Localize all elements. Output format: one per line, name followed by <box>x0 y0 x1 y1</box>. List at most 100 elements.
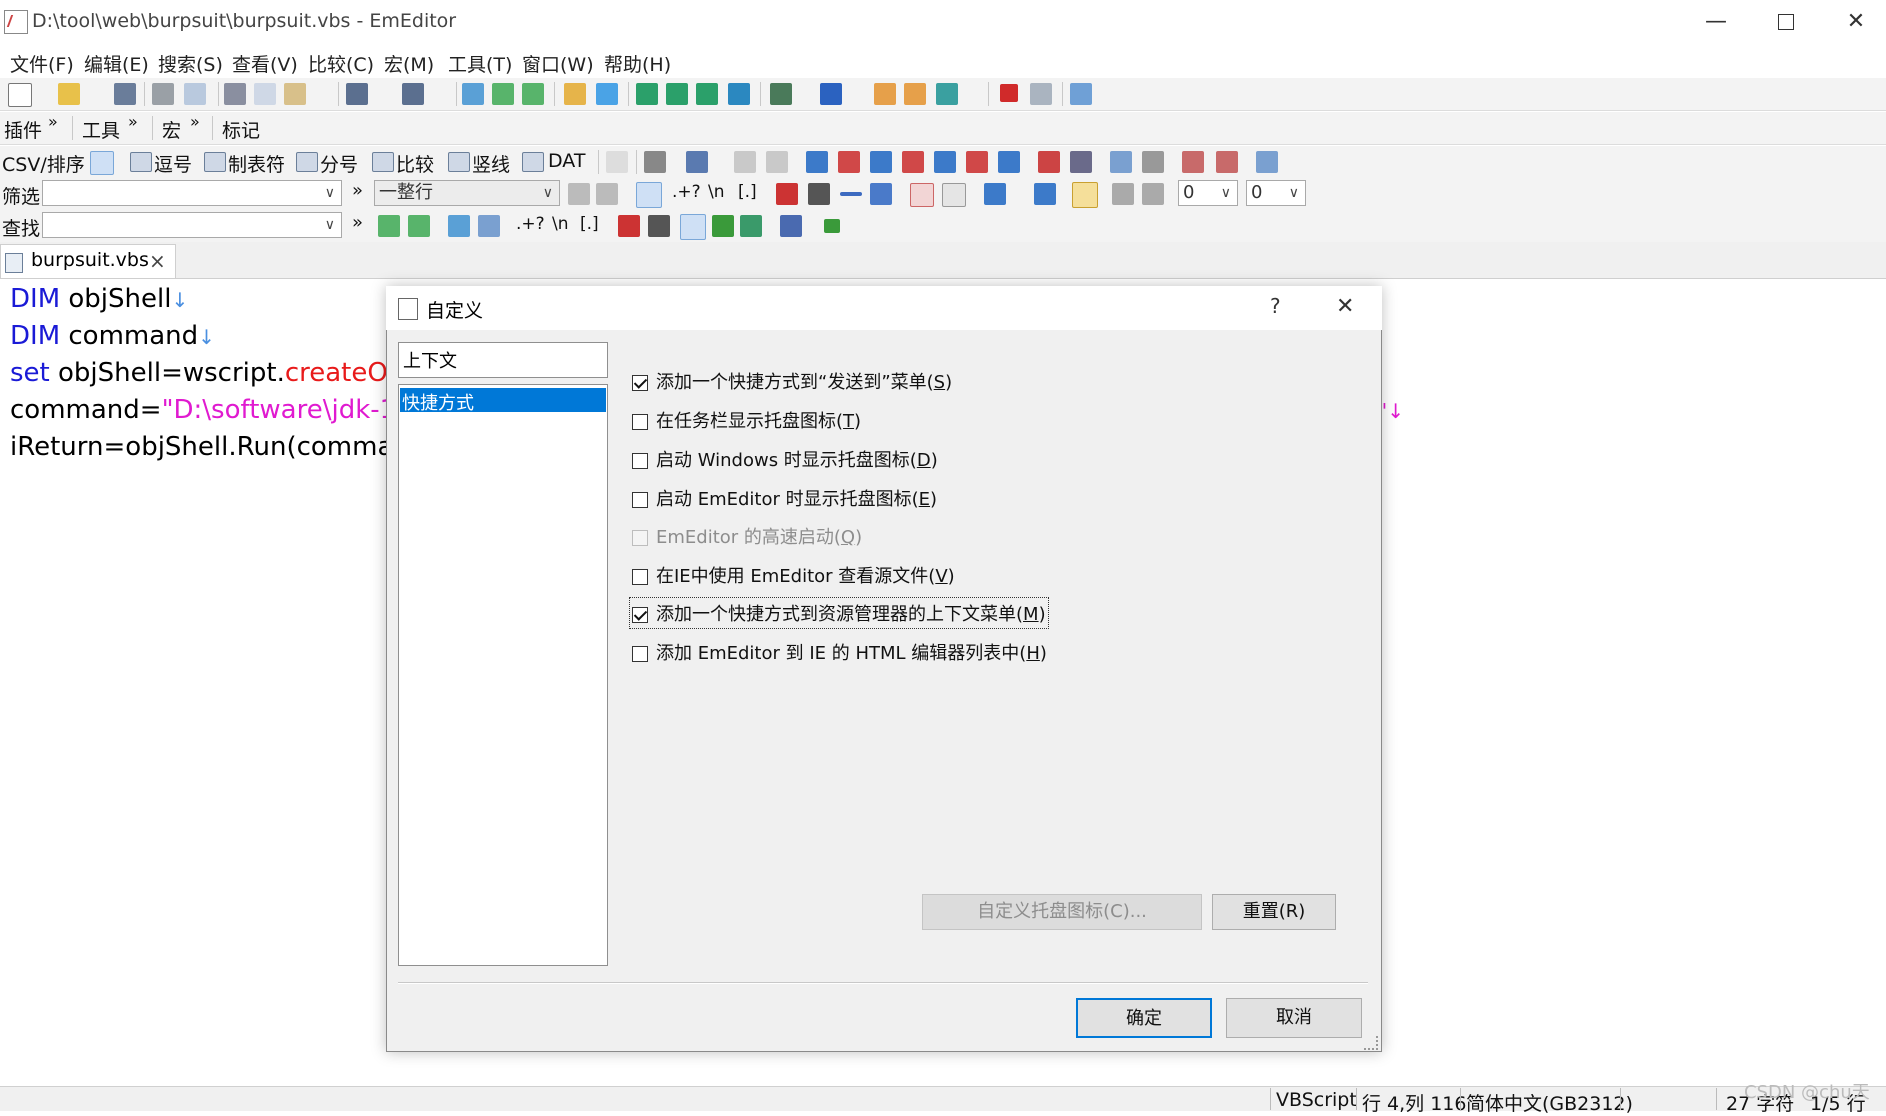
filter-more-chevron[interactable]: » <box>352 180 363 201</box>
menu-edit[interactable]: 编辑(E) <box>84 50 149 77</box>
chevron-down-icon[interactable]: ∨ <box>1289 181 1299 205</box>
clear-filter-icon[interactable] <box>596 183 618 205</box>
find-all-icon[interactable] <box>448 215 470 237</box>
advanced-filter-icon[interactable] <box>1034 183 1056 205</box>
tab-close-icon[interactable]: × <box>149 249 166 273</box>
tab-mode-icon[interactable] <box>204 152 226 172</box>
plugins-icon[interactable] <box>904 83 926 105</box>
ok-button[interactable]: 确定 <box>1076 998 1212 1038</box>
checkbox-unchecked[interactable] <box>632 646 648 662</box>
filter-options-icon[interactable] <box>1142 183 1164 205</box>
refresh-icon[interactable] <box>696 83 718 105</box>
find-icon[interactable] <box>462 83 484 105</box>
print-icon[interactable] <box>152 83 174 105</box>
undo-icon[interactable] <box>346 83 368 105</box>
filter-input[interactable]: ∨ <box>42 180 342 206</box>
menu-macro[interactable]: 宏(M) <box>384 50 434 77</box>
menu-window[interactable]: 窗口(W) <box>522 50 594 77</box>
stop-record-icon[interactable] <box>1000 84 1018 102</box>
find-next-icon[interactable] <box>378 215 400 237</box>
output-window-icon[interactable] <box>780 215 802 237</box>
highlight-icon[interactable] <box>712 215 734 237</box>
dialog-close-icon[interactable]: ✕ <box>1336 294 1354 319</box>
filter-search-icon[interactable] <box>636 182 662 208</box>
semicolon-mode-icon[interactable] <box>296 152 318 172</box>
paste-icon[interactable] <box>284 83 306 105</box>
print-preview-icon[interactable] <box>184 83 206 105</box>
whole-word-icon[interactable] <box>648 215 670 237</box>
chevron-down-icon[interactable]: ∨ <box>325 181 335 205</box>
checkbox-unchecked[interactable] <box>632 453 648 469</box>
compare-mode-label[interactable]: 比较 <box>396 150 434 177</box>
checkbox-unchecked[interactable] <box>632 569 648 585</box>
option-emeditor-tray-icon[interactable]: 启动 EmEditor 时显示托盘图标(E) <box>632 485 937 511</box>
configuration-icon[interactable] <box>820 83 842 105</box>
menu-compare[interactable]: 比较(C) <box>308 50 374 77</box>
macros-label[interactable]: 宏 <box>162 116 181 143</box>
filter-newline-toggle[interactable]: \n <box>708 182 725 202</box>
resize-grip[interactable] <box>1364 1036 1378 1050</box>
option-windows-tray-icon[interactable]: 启动 Windows 时显示托盘图标(D) <box>632 446 938 472</box>
add-mode-icon[interactable] <box>606 151 628 173</box>
match-case-icon[interactable] <box>776 183 798 205</box>
columns-icon[interactable] <box>686 151 708 173</box>
join-columns-icon[interactable] <box>734 151 756 173</box>
spell-check-icon[interactable] <box>1038 151 1060 173</box>
category-input[interactable]: 上下文 <box>398 342 608 378</box>
list-item-shortcut[interactable]: 快捷方式 <box>402 389 474 415</box>
find-previous-icon[interactable] <box>522 83 544 105</box>
menu-file[interactable]: 文件(F) <box>10 50 74 77</box>
context-before-select[interactable]: 0 ∨ <box>1178 180 1238 206</box>
comma-mode-icon[interactable] <box>130 152 152 172</box>
sort-long-short-icon[interactable] <box>966 151 988 173</box>
find-next-icon[interactable] <box>492 83 514 105</box>
new-file-icon[interactable] <box>8 83 32 107</box>
refresh-filter-icon[interactable] <box>568 183 590 205</box>
bookmark-icon[interactable] <box>910 183 934 207</box>
maximize-button[interactable] <box>1756 0 1816 44</box>
display-settings-icon[interactable] <box>1256 151 1278 173</box>
find-in-files-icon[interactable] <box>564 83 586 105</box>
menu-tools[interactable]: 工具(T) <box>448 50 512 77</box>
compare-files-icon[interactable] <box>1110 151 1132 173</box>
menu-view[interactable]: 查看(V) <box>232 50 298 77</box>
sort-short-long-icon[interactable] <box>934 151 956 173</box>
status-language[interactable]: VBScript <box>1276 1089 1357 1111</box>
find-newline-toggle[interactable]: \n <box>552 214 569 234</box>
sort-90-icon[interactable] <box>902 151 924 173</box>
list-results-icon[interactable] <box>740 215 762 237</box>
sort-09-icon[interactable] <box>870 151 892 173</box>
sort-az-icon[interactable] <box>806 151 828 173</box>
clear-filters-icon[interactable] <box>870 183 892 205</box>
filter-bracket-toggle[interactable]: [.] <box>738 182 757 202</box>
chevron-down-icon[interactable]: ∨ <box>543 181 553 205</box>
line-numbers-icon[interactable] <box>1182 151 1204 173</box>
reset-button[interactable]: 重置(R) <box>1212 894 1336 930</box>
find-regex-toggle[interactable]: .+? <box>516 214 545 234</box>
option-ie-view-source[interactable]: 在IE中使用 EmEditor 查看源文件(V) <box>632 562 955 588</box>
option-ie-html-editor[interactable]: 添加 EmEditor 到 IE 的 HTML 编辑器列表中(H) <box>632 639 1047 665</box>
compare-mode-icon[interactable] <box>372 152 394 172</box>
arrow-right-icon[interactable] <box>824 219 840 233</box>
check-icon[interactable] <box>936 83 958 105</box>
normal-mode-icon[interactable] <box>90 151 114 175</box>
save-icon[interactable] <box>114 83 136 105</box>
customize-icon[interactable] <box>874 83 896 105</box>
category-list[interactable] <box>398 384 608 966</box>
comma-mode-label[interactable]: 逗号 <box>154 150 192 177</box>
find-input[interactable]: ∨ <box>42 212 342 238</box>
tools-chevron[interactable]: » <box>128 112 138 131</box>
column-numbers-icon[interactable] <box>1216 151 1238 173</box>
run-macro-icon[interactable] <box>1030 83 1052 105</box>
cut-icon[interactable] <box>224 83 246 105</box>
checkbox-unchecked[interactable] <box>632 492 648 508</box>
sort-custom-icon[interactable] <box>998 151 1020 173</box>
toolbar-toggle-icon[interactable] <box>636 83 658 105</box>
plugins-chevron[interactable]: » <box>48 112 58 131</box>
match-case-icon[interactable] <box>618 215 640 237</box>
option-explorer-context-menu[interactable]: 添加一个快捷方式到资源管理器的上下文菜单(M) <box>629 597 1049 629</box>
open-folder-icon[interactable] <box>58 83 80 105</box>
split-window-icon[interactable] <box>728 83 750 105</box>
marks-label[interactable]: 标记 <box>222 116 260 143</box>
chevron-down-icon[interactable]: ∨ <box>1221 181 1231 205</box>
